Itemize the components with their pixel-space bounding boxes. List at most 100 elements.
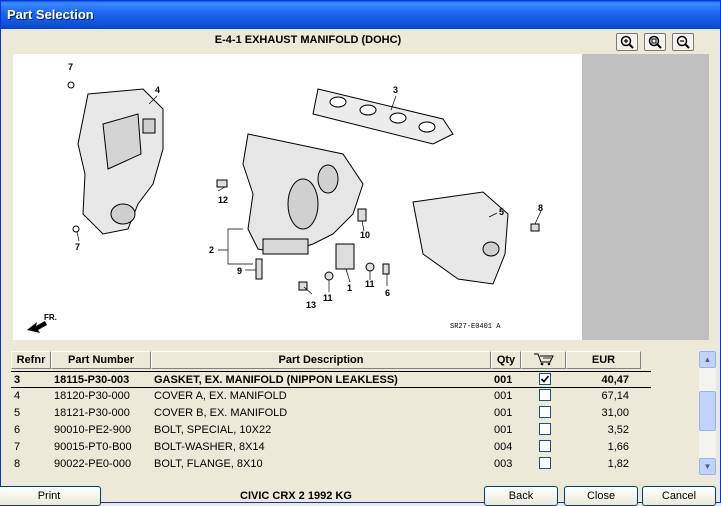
parts-diagram[interactable]: 7 4 3 12 2 9 13 11 1 11 6 10 5 8 7 FR. S… — [13, 54, 582, 340]
checkmark-icon — [540, 375, 550, 383]
table-header: Refnr Part Number Part Description Qty E… — [11, 351, 651, 369]
row-qty[interactable]: 001 — [491, 388, 521, 405]
zoom-in-button[interactable] — [616, 33, 638, 51]
callout-9: 9 — [237, 266, 242, 276]
row-description: COVER A, EX. MANIFOLD — [154, 390, 287, 402]
row-part-number: 90022-PE0-000 — [54, 458, 132, 470]
cover-a-shape — [77, 88, 164, 235]
row-checkbox[interactable] — [521, 439, 566, 456]
part-selection-window: Part Selection E-4-1 EXHAUST MANIFOLD (D… — [0, 0, 721, 506]
table-row[interactable]: 6 90010-PE2-900 BOLT, SPECIAL, 10X22 001… — [11, 422, 651, 439]
close-label: Close — [586, 490, 616, 502]
callout-2: 2 — [209, 245, 214, 255]
row-checkbox[interactable] — [521, 456, 566, 473]
callout-1: 1 — [347, 283, 352, 293]
row-eur: 31,00 — [601, 407, 629, 419]
chevron-down-icon: ▼ — [703, 462, 712, 471]
row-refnr: 6 — [14, 424, 21, 436]
chevron-up-icon: ▲ — [703, 355, 712, 364]
print-label: Print — [37, 490, 61, 502]
scroll-thumb[interactable] — [699, 391, 716, 431]
row-checkbox[interactable] — [521, 405, 566, 422]
scroll-down-button[interactable]: ▼ — [699, 458, 716, 475]
manifold-shape — [242, 133, 364, 255]
exhaust-manifold-diagram: 7 4 3 12 2 9 13 11 1 11 6 10 5 8 7 FR. S… — [27, 62, 543, 333]
callout-7-bottom: 7 — [75, 242, 80, 252]
cancel-label: Cancel — [661, 490, 697, 502]
back-button[interactable]: Back — [484, 486, 558, 506]
cover-b-shape — [412, 191, 509, 285]
table-row[interactable]: 3 18115-P30-003 GASKET, EX. MANIFOLD (NI… — [11, 371, 651, 388]
diagram-side-pane — [582, 54, 709, 340]
table-row[interactable]: 5 18121-P30-000 COVER B, EX. MANIFOLD 00… — [11, 405, 651, 422]
col-eur[interactable]: EUR — [566, 351, 641, 369]
scroll-up-button[interactable]: ▲ — [699, 351, 716, 368]
row-eur: 67,14 — [601, 390, 629, 402]
row-checkbox[interactable] — [521, 388, 566, 405]
diagram-title: E-4-1 EXHAUST MANIFOLD (DOHC) — [214, 34, 402, 46]
row-eur: 1,66 — [607, 441, 629, 453]
close-button[interactable]: Close — [564, 486, 638, 506]
col-part-number[interactable]: Part Number — [51, 351, 151, 369]
callout-7-top: 7 — [68, 62, 73, 72]
row-part-number: 18121-P30-000 — [54, 407, 130, 419]
callout-6: 6 — [385, 288, 390, 298]
table-row[interactable]: 8 90022-PE0-000 BOLT, FLANGE, 8X10 003 1… — [11, 456, 651, 473]
zoom-in-icon — [620, 35, 634, 49]
table-scrollbar[interactable]: ▲ ▼ — [699, 351, 716, 475]
zoom-out-button[interactable] — [672, 33, 694, 51]
row-eur: 1,82 — [607, 458, 629, 470]
row-qty[interactable]: 003 — [491, 456, 521, 473]
checkbox-unchecked[interactable] — [539, 457, 551, 470]
checkbox-unchecked[interactable] — [539, 440, 551, 453]
window-title: Part Selection — [7, 7, 94, 22]
checkbox-checked[interactable] — [539, 373, 551, 386]
row-refnr: 4 — [14, 390, 21, 402]
callout-11-left: 11 — [323, 293, 333, 303]
row-description: BOLT-WASHER, 8X14 — [154, 441, 265, 453]
row-qty[interactable]: 004 — [491, 439, 521, 456]
table-row[interactable]: 7 90015-PT0-B00 BOLT-WASHER, 8X14 004 1,… — [11, 439, 651, 456]
callout-12: 12 — [218, 195, 228, 205]
row-part-number: 90015-PT0-B00 — [54, 441, 132, 453]
gasket-shape — [312, 88, 454, 145]
row-description: GASKET, EX. MANIFOLD (NIPPON LEAKLESS) — [154, 374, 398, 386]
front-direction-arrow: FR. — [27, 313, 57, 333]
bolt-7-top-shape — [67, 81, 75, 89]
callout-3: 3 — [393, 85, 398, 95]
col-qty[interactable]: Qty — [491, 351, 521, 369]
row-qty[interactable]: 001 — [491, 372, 521, 387]
back-label: Back — [508, 490, 534, 502]
row-checkbox[interactable] — [521, 372, 566, 387]
row-refnr: 3 — [14, 374, 21, 386]
table-row[interactable]: 4 18120-P30-000 COVER A, EX. MANIFOLD 00… — [11, 388, 651, 405]
row-part-number: 18115-P30-003 — [54, 374, 130, 386]
row-qty[interactable]: 001 — [491, 405, 521, 422]
callout-11-right: 11 — [365, 279, 375, 289]
row-eur: 3,52 — [607, 424, 629, 436]
checkbox-unchecked[interactable] — [539, 423, 551, 436]
row-checkbox[interactable] — [521, 422, 566, 439]
col-description[interactable]: Part Description — [151, 351, 491, 369]
row-description: BOLT, SPECIAL, 10X22 — [154, 424, 272, 436]
callout-8: 8 — [538, 203, 543, 213]
zoom-fit-button[interactable] — [644, 33, 666, 51]
footer-bar: Print CIVIC CRX 2 1992 KG Back Close Can… — [0, 483, 720, 506]
front-direction-label: FR. — [44, 313, 57, 322]
parts-table: Refnr Part Number Part Description Qty E… — [11, 351, 699, 475]
row-qty[interactable]: 001 — [491, 422, 521, 439]
title-bar[interactable]: Part Selection — [1, 1, 720, 29]
diagram-code: SR27-E0401 A — [450, 323, 501, 331]
col-cart[interactable] — [521, 351, 566, 369]
print-button[interactable]: Print — [0, 486, 101, 506]
row-refnr: 5 — [14, 407, 21, 419]
row-refnr: 8 — [14, 458, 21, 470]
callout-13: 13 — [306, 300, 316, 310]
checkbox-unchecked[interactable] — [539, 406, 551, 419]
callout-10: 10 — [360, 230, 370, 240]
zoom-fit-icon — [648, 35, 662, 49]
callout-4: 4 — [155, 85, 160, 95]
col-refnr[interactable]: Refnr — [11, 351, 51, 369]
checkbox-unchecked[interactable] — [539, 389, 551, 402]
cancel-button[interactable]: Cancel — [642, 486, 716, 506]
